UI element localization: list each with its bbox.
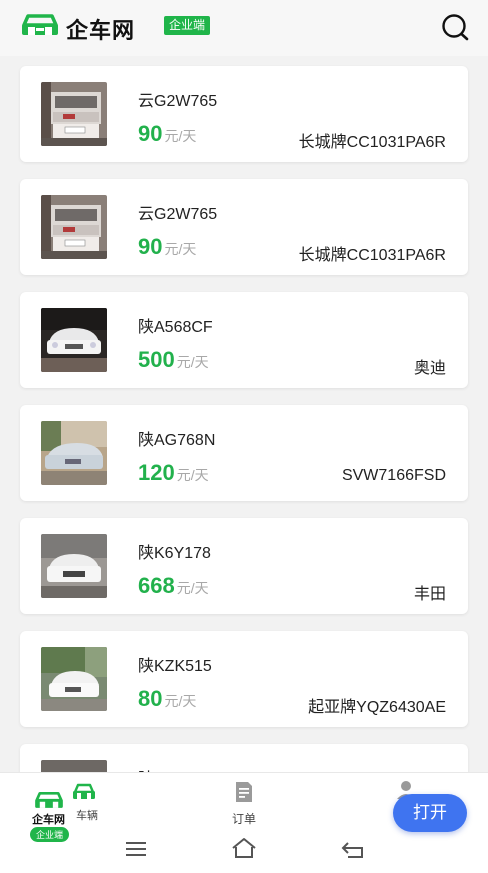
tab-vehicles[interactable]: 车辆 [72,783,102,823]
back-icon[interactable] [340,838,366,860]
home-icon[interactable] [230,836,258,860]
car-logo-icon [35,791,63,808]
tab-orders[interactable]: 订单 [220,781,268,827]
plate-number: 云G2W765 [138,93,218,110]
vehicle-photo [41,647,107,711]
brand-badge: 企业端 [164,16,211,35]
vehicle-card[interactable]: 陕AG768N 120 元/天 SVW7166FSD [20,405,468,501]
car-icon [73,783,95,799]
menu-icon[interactable] [124,839,148,859]
vehicle-model: 奥迪 [413,360,446,377]
plate-number: 陕A568CF [138,319,213,336]
vehicle-card[interactable]: 陕KZK515 80 元/天 起亚牌YQZ6430AE [20,631,468,727]
vehicle-card[interactable]: 陕K6Y178 668 元/天 丰田 [20,518,468,614]
tab-home-label: 企车网 [32,814,65,826]
vehicle-model: SVW7166FSD [341,467,446,484]
vehicle-photo [41,421,107,485]
plate-number: 陕AG768N [138,432,216,449]
open-app-button[interactable]: 打开 [393,794,467,832]
vehicle-model: 丰田 [413,586,446,603]
price-unit: 元/天 [176,580,209,596]
vehicle-card[interactable]: 云G2W765 90 元/天 长城牌CC1031PA6R [20,179,468,275]
daily-price: 90 元/天 [138,234,197,259]
price-unit: 元/天 [176,354,209,370]
tab-home[interactable]: 企车网 企业端 [20,787,78,843]
plate-number: 云G2W765 [138,206,218,223]
tab-vehicles-label: 车辆 [76,810,98,822]
vehicle-model: 长城牌CC1031PA6R [298,134,446,151]
daily-price: 120 元/天 [138,460,209,485]
vehicle-photo [41,82,107,146]
vehicle-photo [41,534,107,598]
app-header: 企车网 企业端 [0,0,488,56]
price-unit: 元/天 [164,693,197,709]
vehicle-model: 起亚牌YQZ6430AE [308,699,446,716]
daily-price: 668 元/天 [138,573,209,598]
price-unit: 元/天 [164,241,197,257]
search-icon[interactable] [440,12,470,42]
plate-number: 陕KZK515 [138,658,212,675]
vehicle-photo [41,308,107,372]
car-logo-icon [22,14,58,35]
tab-home-badge: 企业端 [30,827,70,842]
vehicle-model: 长城牌CC1031PA6R [298,247,446,264]
daily-price: 80 元/天 [138,686,197,711]
vehicle-photo [41,195,107,259]
plate-number: 陕K6Y178 [138,545,211,562]
brand-name: 企车网 [66,18,136,43]
daily-price: 90 元/天 [138,121,197,146]
daily-price: 500 元/天 [138,347,209,372]
vehicle-card[interactable]: 云G2W765 90 元/天 长城牌CC1031PA6R [20,66,468,162]
tab-orders-label: 订单 [231,812,256,826]
vehicle-card[interactable]: 陕A568CF 500 元/天 奥迪 [20,292,468,388]
price-unit: 元/天 [164,128,197,144]
price-unit: 元/天 [176,467,209,483]
vehicle-list: 云G2W765 90 元/天 长城牌CC1031PA6R 云G2W765 90 元/… [20,66,468,857]
order-document-icon [236,782,252,802]
